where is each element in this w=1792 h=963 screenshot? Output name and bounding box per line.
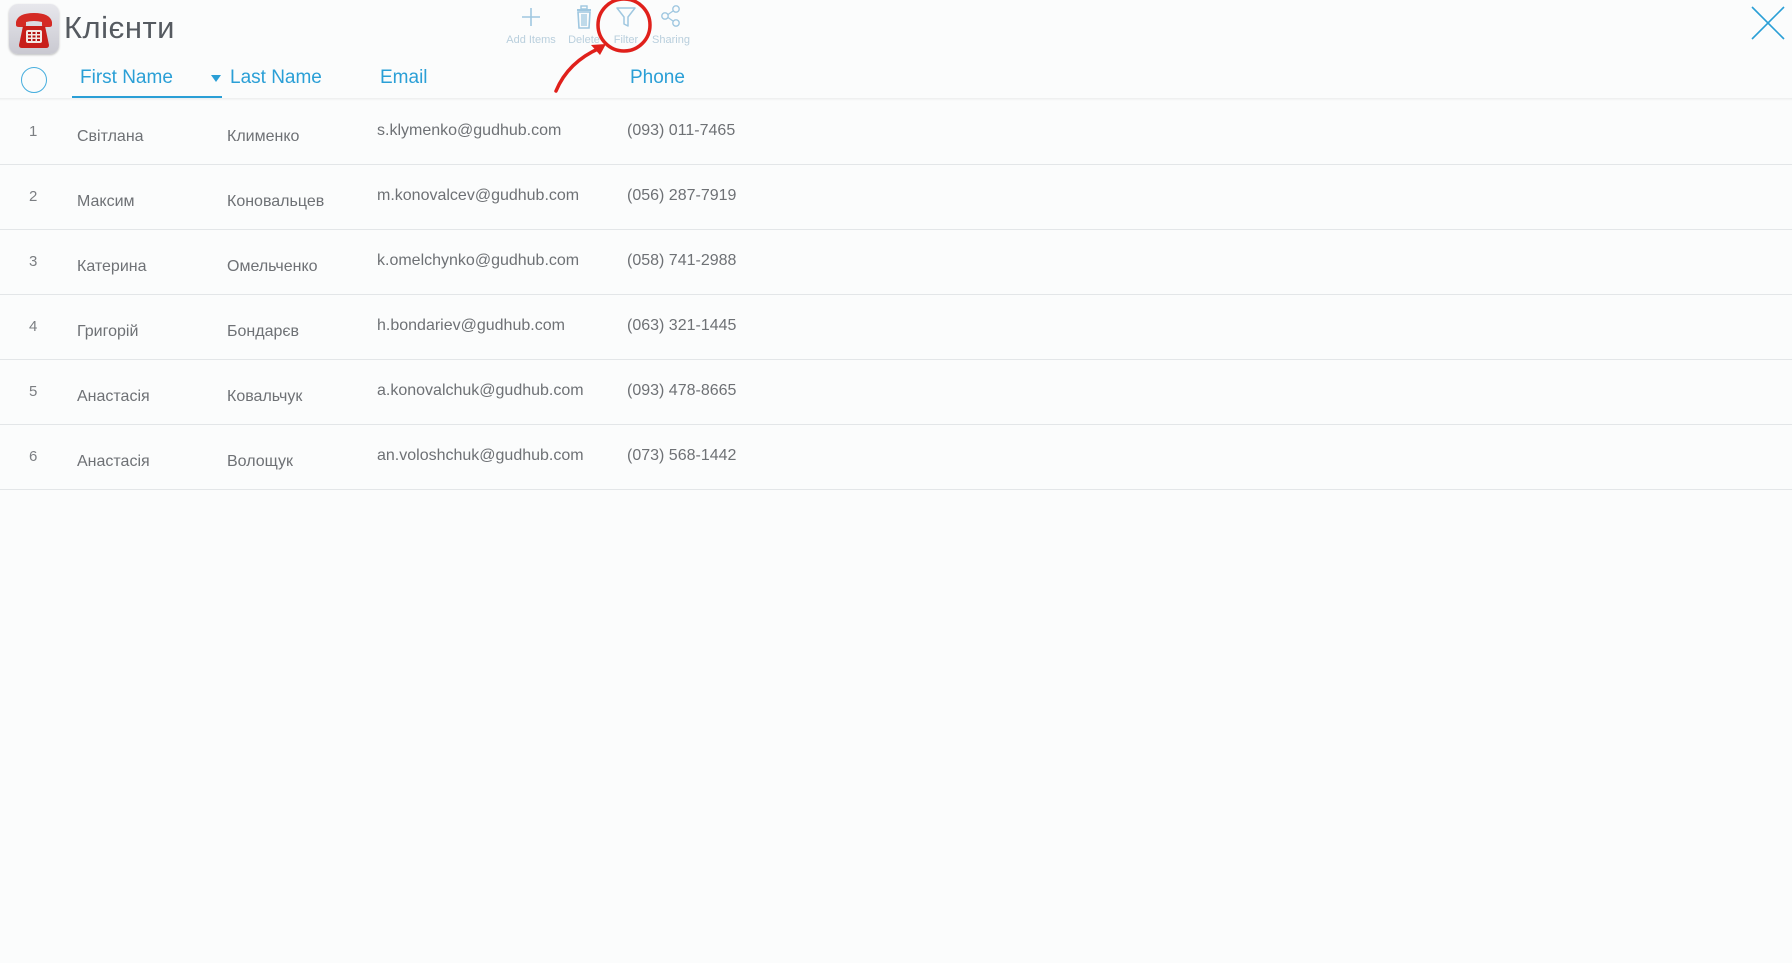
- row-number: 2: [29, 188, 38, 205]
- email-cell: k.omelchynko@gudhub.com: [377, 252, 580, 269]
- table-row[interactable]: 1 Світлана Клименко s.klymenko@gudhub.co…: [0, 100, 1792, 165]
- column-header-last-name[interactable]: Last Name: [230, 67, 322, 89]
- share-icon: [661, 5, 680, 27]
- first-name-cell: Катерина: [77, 258, 147, 275]
- row-number: 1: [29, 123, 38, 140]
- sort-arrow-icon[interactable]: [211, 75, 221, 82]
- add-items-label: Add Items: [506, 34, 556, 46]
- email-cell: s.klymenko@gudhub.com: [377, 122, 562, 139]
- row-number: 3: [29, 253, 38, 270]
- row-number: 5: [29, 383, 38, 400]
- delete-label: Delete: [568, 34, 600, 46]
- app-window: Клієнти Add Items Delete Filter Sharing …: [0, 0, 1792, 963]
- last-name-cell: Волощук: [227, 453, 293, 470]
- first-name-cell: Анастасія: [77, 388, 150, 405]
- page-title: Клієнти: [64, 10, 175, 45]
- table-row[interactable]: 4 Григорій Бондарєв h.bondariev@gudhub.c…: [0, 295, 1792, 360]
- phone-cell: (093) 478-8665: [627, 382, 737, 399]
- last-name-cell: Клименко: [227, 128, 300, 145]
- first-name-cell: Анастасія: [77, 453, 150, 470]
- column-header-phone[interactable]: Phone: [630, 67, 685, 89]
- email-cell: h.bondariev@gudhub.com: [377, 317, 565, 334]
- phone-cell: (058) 741-2988: [627, 252, 737, 269]
- table-body: 1 Світлана Клименко s.klymenko@gudhub.co…: [0, 100, 1792, 490]
- row-number: 6: [29, 448, 38, 465]
- last-name-cell: Омельченко: [227, 258, 318, 275]
- trash-icon: [577, 5, 591, 29]
- phone-cell: (073) 568-1442: [627, 447, 737, 464]
- row-number: 4: [29, 318, 38, 335]
- add-items-button[interactable]: Add Items: [498, 2, 564, 46]
- close-icon[interactable]: [1750, 5, 1786, 41]
- sharing-button[interactable]: Sharing: [646, 2, 696, 46]
- last-name-cell: Ковальчук: [227, 388, 303, 405]
- table-row[interactable]: 5 Анастасія Ковальчук a.konovalchuk@gudh…: [0, 360, 1792, 425]
- table-row[interactable]: 2 Максим Коновальцев m.konovalcev@gudhub…: [0, 165, 1792, 230]
- select-all-checkbox[interactable]: [21, 67, 47, 93]
- column-header-email[interactable]: Email: [380, 67, 428, 89]
- table-row[interactable]: 3 Катерина Омельченко k.omelchynko@gudhu…: [0, 230, 1792, 295]
- first-name-cell: Максим: [77, 193, 135, 210]
- sharing-label: Sharing: [652, 34, 690, 46]
- delete-button[interactable]: Delete: [560, 2, 608, 46]
- email-cell: m.konovalcev@gudhub.com: [377, 187, 580, 204]
- email-cell: a.konovalchuk@gudhub.com: [377, 382, 584, 399]
- phone-cell: (056) 287-7919: [627, 187, 737, 204]
- table-row[interactable]: 6 Анастасія Волощук an.voloshchuk@gudhub…: [0, 425, 1792, 490]
- telephone-app-icon: [9, 4, 59, 54]
- column-header-first-name[interactable]: First Name: [80, 67, 173, 89]
- last-name-cell: Коновальцев: [227, 193, 325, 210]
- last-name-cell: Бондарєв: [227, 323, 300, 340]
- phone-cell: (093) 011-7465: [627, 122, 736, 139]
- first-name-cell: Григорій: [77, 323, 139, 340]
- filter-button[interactable]: Filter: [604, 2, 648, 46]
- phone-cell: (063) 321-1445: [627, 317, 737, 334]
- table-header: First Name Last Name Email Phone: [0, 58, 1792, 100]
- filter-label: Filter: [613, 34, 639, 46]
- email-cell: an.voloshchuk@gudhub.com: [377, 447, 584, 464]
- plus-icon: [522, 8, 540, 26]
- first-name-cell: Світлана: [77, 128, 144, 145]
- funnel-icon: [616, 7, 636, 27]
